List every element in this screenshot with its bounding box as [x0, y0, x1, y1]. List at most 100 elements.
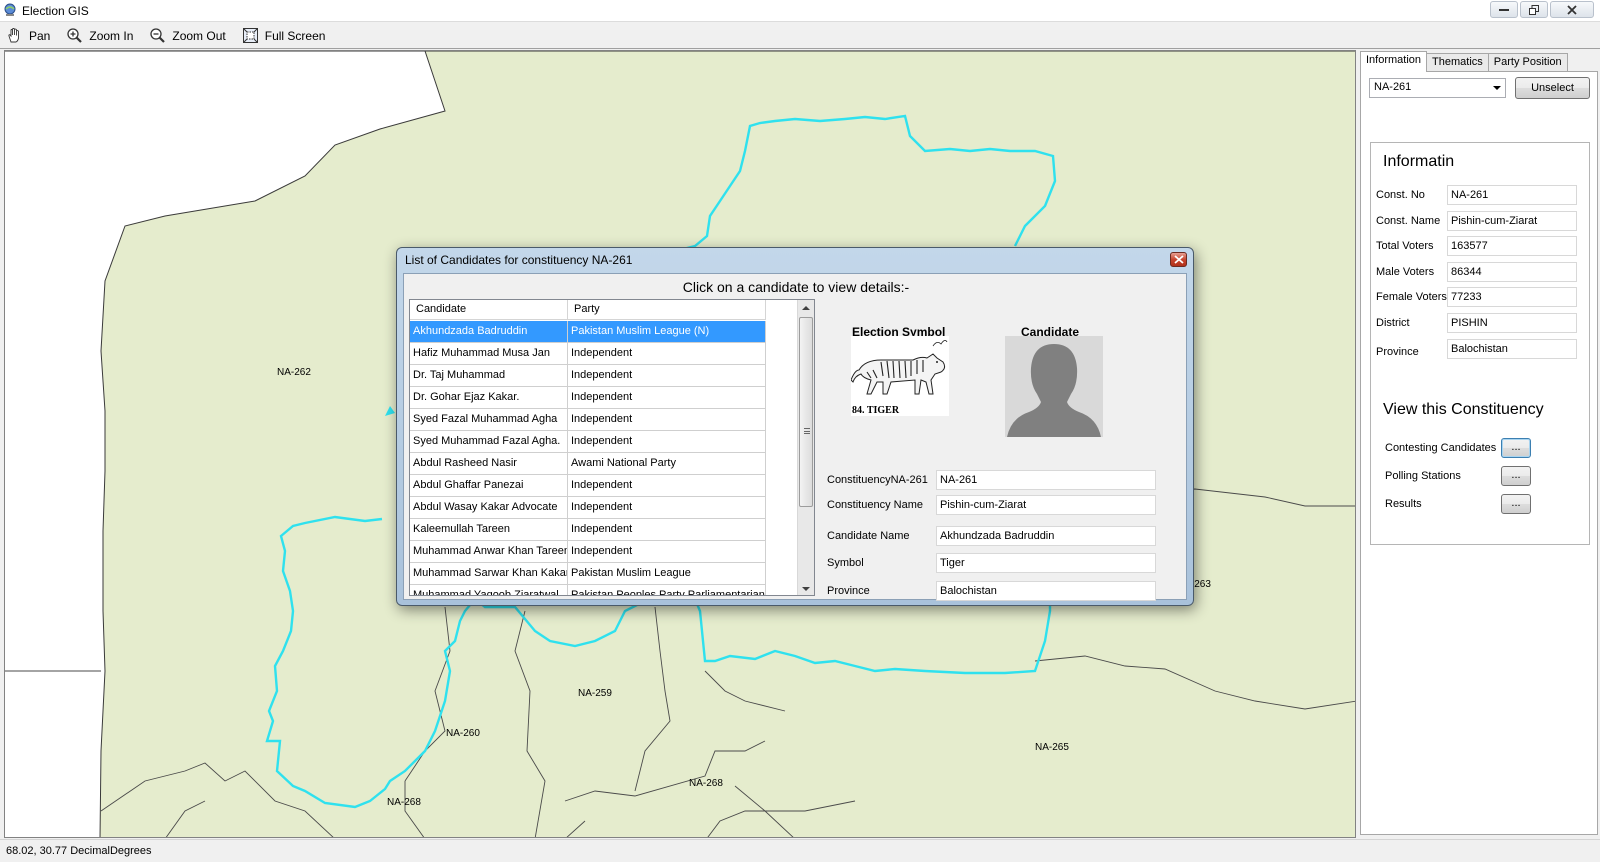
contesting-candidates-button[interactable]: ...: [1501, 438, 1531, 458]
zoom-out-label: Zoom Out: [172, 28, 226, 43]
table-row[interactable]: Hafiz Muhammad Musa Jan Independent: [410, 343, 766, 365]
male-voters-field[interactable]: 86344: [1447, 262, 1577, 282]
zoom-out-icon: [150, 28, 166, 43]
map-label-na260: NA-260: [446, 728, 480, 739]
tab-information[interactable]: Information: [1360, 51, 1428, 72]
candidate-cell: Akhundzada Badruddin: [410, 321, 568, 342]
pan-button[interactable]: Pan: [4, 25, 52, 47]
info-label: Male Voters: [1376, 266, 1435, 278]
table-row[interactable]: Abdul Rasheed Nasir Awami National Party: [410, 453, 766, 475]
info-label: Const. Name: [1376, 215, 1441, 227]
person-silhouette-icon: [1005, 336, 1103, 437]
info-label: District: [1376, 317, 1410, 329]
panel-tabs: Information Thematics Party Position: [1360, 51, 1568, 72]
constituency-name-field[interactable]: Pishin-cum-Ziarat: [936, 495, 1156, 515]
zoom-in-icon: [67, 28, 83, 43]
tab-thematics[interactable]: Thematics: [1426, 53, 1489, 72]
symbol-field[interactable]: Tiger: [936, 553, 1156, 573]
election-symbol-image: 84. TIGER: [850, 336, 949, 416]
pan-label: Pan: [29, 28, 51, 43]
minimize-icon: [1499, 8, 1509, 11]
candidate-cell: Syed Fazal Muhammad Agha: [410, 409, 568, 430]
scroll-thumb[interactable]: [799, 317, 813, 507]
candidate-cell: Muhammad Sarwar Khan Kakar: [410, 563, 568, 584]
table-row[interactable]: Dr. Taj Muhammad Independent: [410, 365, 766, 387]
table-row[interactable]: Muhammad Yaqoob Ziaratwal Pakistan People…: [410, 585, 766, 595]
table-row[interactable]: Abdul Wasay Kakar Advocate Independent: [410, 497, 766, 519]
detail-label: Province: [827, 585, 870, 597]
party-cell: Pakistan Muslim League (N): [568, 321, 766, 342]
toolbar: Pan Zoom In Zoom Out Full Screen: [0, 23, 1600, 49]
title-bar: Election GIS: [0, 0, 1600, 22]
candidate-cell: Syed Muhammad Fazal Agha.: [410, 431, 568, 452]
zoom-in-button[interactable]: Zoom In: [64, 25, 135, 47]
info-label: Province: [1376, 346, 1419, 358]
grid-scrollbar[interactable]: [797, 300, 814, 595]
info-row-const-name: Const. Name Pishin-cum-Ziarat: [1376, 211, 1586, 231]
table-row[interactable]: Akhundzada Badruddin Pakistan Muslim Leag…: [410, 321, 766, 343]
table-row[interactable]: Abdul Ghaffar Panezai Independent: [410, 475, 766, 497]
table-row[interactable]: Muhammad Sarwar Khan Kakar Pakistan Musli…: [410, 563, 766, 585]
coordinate-readout: 68.02, 30.77 DecimalDegrees: [6, 845, 152, 857]
party-cell: Independent: [568, 365, 766, 386]
information-tab-page: NA-261 Unselect Informatin Const. No NA-…: [1360, 71, 1598, 835]
scroll-up-icon[interactable]: [802, 306, 810, 310]
column-header-party[interactable]: Party: [568, 300, 766, 319]
tiger-icon: [850, 340, 948, 395]
unselect-button[interactable]: Unselect: [1515, 77, 1590, 99]
view-row-polling-stations: Polling Stations ...: [1385, 466, 1545, 488]
hand-icon: [8, 28, 19, 43]
information-heading: Informatin: [1383, 153, 1455, 170]
table-row[interactable]: Kaleemullah Tareen Independent: [410, 519, 766, 541]
total-voters-field[interactable]: 163577: [1447, 236, 1577, 256]
table-row[interactable]: Syed Muhammad Fazal Agha. Independent: [410, 431, 766, 453]
table-row[interactable]: Syed Fazal Muhammad Agha Independent: [410, 409, 766, 431]
status-bar: 68.02, 30.77 DecimalDegrees: [0, 839, 1600, 862]
party-cell: Independent: [568, 431, 766, 452]
candidate-cell: Muhammad Anwar Khan Tareen: [410, 541, 568, 562]
full-screen-button[interactable]: Full Screen: [240, 25, 328, 47]
dialog-close-button[interactable]: [1170, 252, 1187, 267]
info-row-district: District PISHIN: [1376, 313, 1586, 333]
const-no-field[interactable]: NA-261: [1447, 185, 1577, 205]
polling-stations-button[interactable]: ...: [1501, 466, 1531, 486]
constituency-no-field[interactable]: NA-261: [936, 470, 1156, 490]
symbol-caption: 84. TIGER: [852, 405, 900, 416]
dialog-province-field[interactable]: Balochistan: [936, 581, 1156, 601]
info-row-const-no: Const. No NA-261: [1376, 185, 1586, 205]
detail-label: Candidate Name: [827, 530, 910, 542]
detail-row-candidate-name: Candidate Name Akhundzada Badruddin: [827, 526, 1157, 546]
view-label: Contesting Candidates: [1385, 442, 1497, 454]
const-name-field[interactable]: Pishin-cum-Ziarat: [1447, 211, 1577, 231]
dropdown-arrow-icon: [1493, 86, 1501, 90]
scroll-down-icon[interactable]: [802, 587, 810, 591]
minimize-button[interactable]: [1490, 1, 1518, 18]
view-row-contesting-candidates: Contesting Candidates ...: [1385, 438, 1545, 460]
candidate-cell: Abdul Rasheed Nasir: [410, 453, 568, 474]
district-field[interactable]: PISHIN: [1447, 313, 1577, 333]
info-row-total-voters: Total Voters 163577: [1376, 236, 1586, 256]
party-cell: Pakistan Muslim League: [568, 563, 766, 584]
province-field[interactable]: Balochistan: [1447, 339, 1577, 359]
candidate-name-field[interactable]: Akhundzada Badruddin: [936, 526, 1156, 546]
grip-icon: [804, 428, 810, 434]
info-row-male-voters: Male Voters 86344: [1376, 262, 1586, 282]
map-label-na262: NA-262: [277, 367, 311, 378]
restore-button[interactable]: [1520, 1, 1548, 18]
tab-party-position[interactable]: Party Position: [1487, 53, 1568, 72]
zoom-in-label: Zoom In: [89, 28, 134, 43]
candidates-grid[interactable]: Candidate Party Akhundzada Badruddin Paki…: [409, 299, 815, 596]
table-row[interactable]: Muhammad Anwar Khan Tareen Independent: [410, 541, 766, 563]
map-label-na259: NA-259: [578, 688, 612, 699]
table-row[interactable]: Dr. Gohar Ejaz Kakar. Independent: [410, 387, 766, 409]
female-voters-field[interactable]: 77233: [1447, 287, 1577, 307]
column-header-candidate[interactable]: Candidate: [410, 300, 568, 319]
results-button[interactable]: ...: [1501, 494, 1531, 514]
constituency-select[interactable]: NA-261: [1369, 78, 1506, 98]
zoom-out-button[interactable]: Zoom Out: [147, 25, 227, 47]
party-cell: Independent: [568, 541, 766, 562]
view-label: Results: [1385, 498, 1422, 510]
party-cell: Independent: [568, 387, 766, 408]
detail-label: Symbol: [827, 557, 864, 569]
close-button[interactable]: [1550, 1, 1594, 18]
